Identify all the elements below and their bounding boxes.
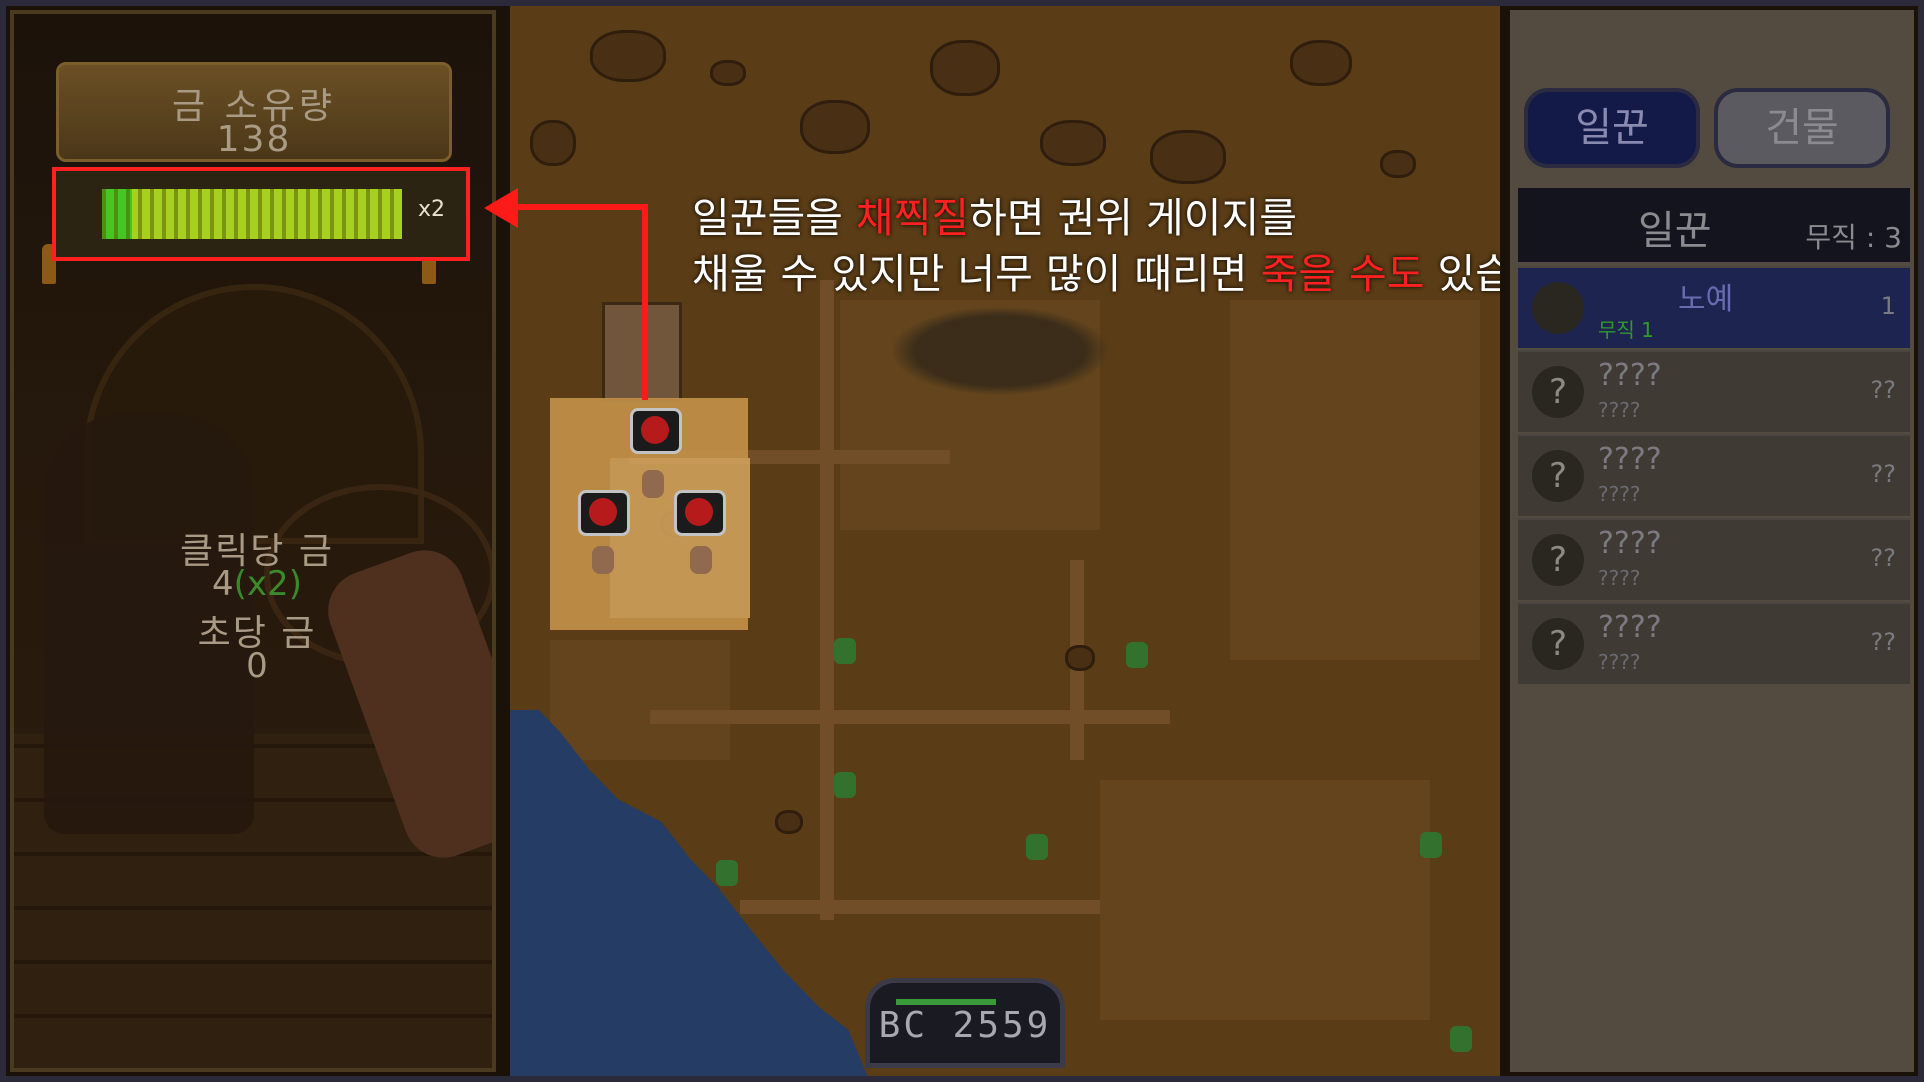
worker-count: ?? [1870,460,1896,488]
slave-icon [1532,282,1584,334]
worker-row-locked[interactable]: ? ???? ???? ?? [1518,602,1910,684]
worker-status: ???? [1598,650,1641,674]
tutorial-callout: 일꾼들을 채찍질하면 권위 게이지를 채울 수 있지만 너무 많이 때리면 죽을… [692,190,1500,302]
gold-holdings-plaque: 금 소유량 138 [56,62,452,162]
worker-name: ???? [1598,526,1662,561]
gauge-multiplier: x2 [418,197,446,222]
authority-gauge [102,189,402,239]
locked-question-icon: ? [1532,534,1584,586]
worker-name: ???? [1598,610,1662,645]
worker-row-locked[interactable]: ? ???? ???? ?? [1518,518,1910,600]
gold-holdings-value: 138 [216,119,292,160]
tab-workers[interactable]: 일꾼 [1524,88,1700,168]
worker-row-slave[interactable]: 노예 무직 1 1 [1518,266,1910,348]
locked-question-icon: ? [1532,366,1584,418]
worker-count: ?? [1870,628,1896,656]
left-panel: 금 소유량 138 x2 클릭당 금 4(x2) 초당 금 0 [10,10,496,1072]
callout-emphasis-death: 죽을 수도 [1260,250,1425,298]
worker-count: ?? [1870,376,1896,404]
gold-per-second-value: 0 [246,646,268,686]
worker-name: ???? [1598,442,1662,477]
worker-name: ???? [1598,358,1662,393]
worker-count: ?? [1870,544,1896,572]
hieroglyph-pattern [102,189,402,239]
authority-gauge-highlight: x2 [52,167,470,261]
per-click-bonus: (x2) [233,564,302,604]
gold-per-click-value: 4(x2) [212,564,302,604]
callout-line-2: 채울 수 있지만 너무 많이 때리면 죽을 수도 있습니다. [692,250,1500,298]
tutorial-arrow-head-icon [484,188,518,228]
section-title: 일꾼 [1638,208,1712,254]
year-display: BC 2559 [865,978,1065,1068]
worker-name: 노예 [1678,282,1734,317]
worker-status: ???? [1598,566,1641,590]
worker-row-locked[interactable]: ? ???? ???? ?? [1518,350,1910,432]
tab-buildings[interactable]: 건물 [1714,88,1890,168]
worker-status: ???? [1598,482,1641,506]
worker-status: 무직 1 [1598,318,1654,342]
locked-question-icon: ? [1532,618,1584,670]
workers-section-header: 일꾼 무직 : 3 [1518,188,1910,262]
worker-row-locked[interactable]: ? ???? ???? ?? [1518,434,1910,516]
tutorial-arrow-horizontal [504,204,648,210]
callout-emphasis-whip: 채찍질 [855,194,970,242]
year-text: BC 2559 [878,1005,1052,1046]
unemployed-count: 무직 : 3 [1805,221,1902,254]
locked-question-icon: ? [1532,450,1584,502]
callout-line-1: 일꾼들을 채찍질하면 권위 게이지를 [692,194,1297,242]
right-panel: 일꾼 건물 일꾼 무직 : 3 노예 무직 1 1 ? ???? ???? ??… [1510,10,1914,1072]
world-map[interactable]: 일꾼들을 채찍질하면 권위 게이지를 채울 수 있지만 너무 많이 때리면 죽을… [510,0,1500,1082]
tutorial-arrow-vertical [642,204,648,400]
worker-status: ???? [1598,398,1641,422]
worker-count: 1 [1880,292,1896,320]
